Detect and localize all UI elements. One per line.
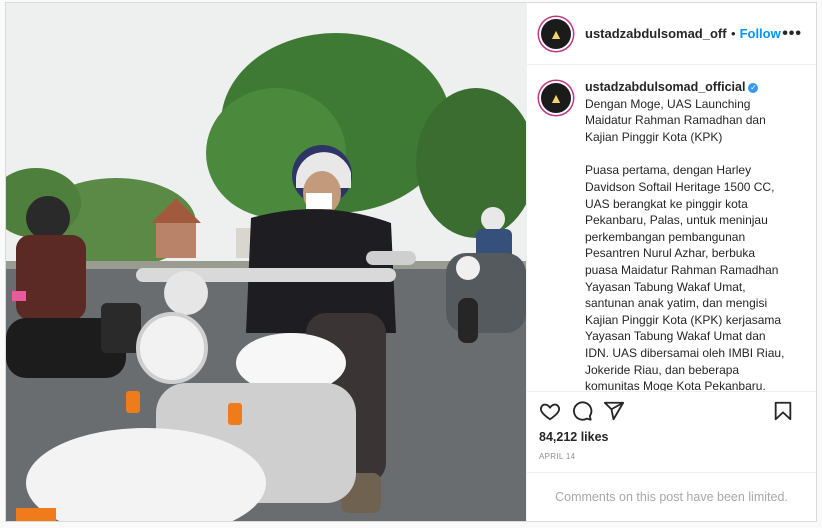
- caption-username[interactable]: ustadzabdulsomad_official: [585, 80, 745, 94]
- like-button[interactable]: [539, 399, 571, 423]
- comment-icon: [573, 401, 593, 421]
- caption-body: Puasa pertama, dengan Harley Davidson So…: [585, 163, 785, 391]
- header-separator: •: [731, 26, 736, 41]
- caption-avatar-glyph: ▲: [549, 90, 563, 106]
- post-photo-image: [6, 3, 526, 521]
- instagram-post: ▲ ustadzabdulsomad_offic • Follow ••• ▲ …: [5, 2, 817, 522]
- header-username[interactable]: ustadzabdulsomad_offic: [585, 26, 727, 41]
- heart-icon: [540, 403, 560, 421]
- likes-count[interactable]: 84,212 likes: [527, 430, 816, 448]
- share-button[interactable]: [603, 399, 635, 423]
- caption-avatar[interactable]: ▲: [539, 81, 573, 115]
- bookmark-button[interactable]: [772, 399, 804, 423]
- post-sidebar: ▲ ustadzabdulsomad_offic • Follow ••• ▲ …: [526, 3, 816, 521]
- caption-text: ustadzabdulsomad_official ✓ Dengan Moge, …: [585, 79, 784, 391]
- share-icon: [603, 401, 625, 421]
- avatar-glyph: ▲: [549, 25, 563, 42]
- action-bar: [527, 391, 816, 430]
- more-icon[interactable]: •••: [782, 25, 802, 43]
- bookmark-icon: [774, 401, 792, 421]
- avatar[interactable]: ▲: [539, 16, 573, 51]
- post-photo[interactable]: [6, 3, 526, 521]
- follow-button[interactable]: Follow: [740, 26, 781, 41]
- comment-button[interactable]: [571, 399, 603, 423]
- verified-icon: ✓: [748, 83, 759, 93]
- caption-section: ▲ ustadzabdulsomad_official ✓ Dengan Moge…: [527, 65, 816, 391]
- post-date[interactable]: APRIL 14: [527, 448, 816, 472]
- post-header: ▲ ustadzabdulsomad_offic • Follow •••: [527, 3, 816, 65]
- caption-headline: Dengan Moge, UAS Launching Maidatur Rahm…: [585, 96, 766, 144]
- comments-limited-notice: Comments on this post have been limited.: [527, 472, 816, 521]
